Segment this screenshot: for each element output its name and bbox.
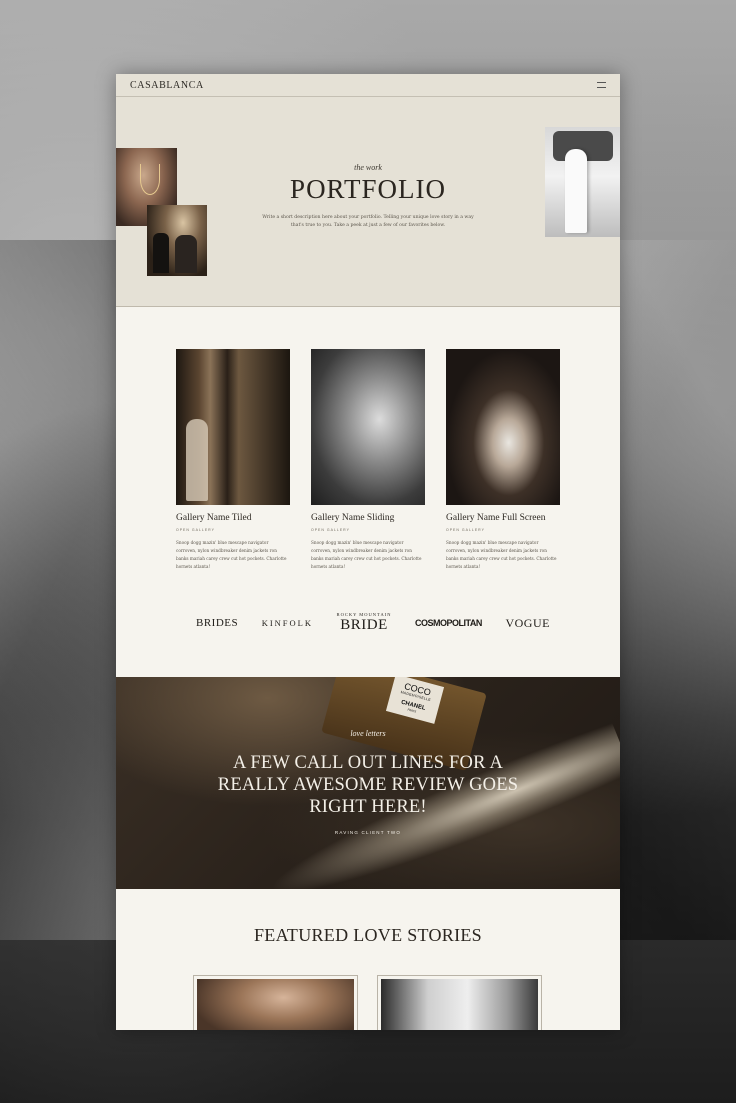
open-gallery-link[interactable]: OPEN GALLERY bbox=[311, 528, 425, 532]
gallery-name[interactable]: Gallery Name Full Screen bbox=[446, 513, 560, 523]
press-logos: BRIDES KINFOLK ROCKY MOUNTAIN BRIDE COSM… bbox=[196, 611, 550, 635]
gallery-name[interactable]: Gallery Name Sliding bbox=[311, 513, 425, 523]
gallery-thumbnail[interactable] bbox=[176, 349, 290, 505]
gallery-thumbnail[interactable] bbox=[311, 349, 425, 505]
portfolio-hero: the work PORTFOLIO Write a short descrip… bbox=[116, 97, 620, 307]
hero-description: Write a short description here about you… bbox=[262, 215, 474, 228]
gallery-description: Snoop dogg mazin' blue mescape navigator… bbox=[176, 540, 287, 569]
gallery-card-tiled[interactable]: Gallery Name Tiled OPEN GALLERY Snoop do… bbox=[176, 349, 290, 571]
top-navigation-bar: CASABLANCA bbox=[116, 74, 620, 97]
featured-story-image[interactable] bbox=[197, 979, 354, 1030]
hero-text-block: the work PORTFOLIO Write a short descrip… bbox=[256, 163, 480, 230]
hero-eyebrow: the work bbox=[354, 163, 382, 172]
page-title: PORTFOLIO bbox=[290, 174, 446, 204]
review-eyebrow: love letters bbox=[350, 729, 386, 738]
open-gallery-link[interactable]: OPEN GALLERY bbox=[176, 528, 290, 532]
featured-story-card[interactable] bbox=[193, 975, 358, 1030]
couple-photo bbox=[147, 205, 207, 276]
featured-love-stories: FEATURED LOVE STORIES bbox=[116, 889, 620, 1030]
hamburger-menu-icon[interactable] bbox=[597, 82, 606, 88]
perfume-label-paris: PARIS bbox=[407, 707, 417, 714]
review-client-name: RAVING CLIENT TWO bbox=[334, 830, 402, 835]
gallery-description: Snoop dogg mazin' blue mescape navigator… bbox=[311, 540, 422, 569]
gallery-name[interactable]: Gallery Name Tiled bbox=[176, 513, 290, 523]
bride-text: BRIDE bbox=[340, 616, 388, 633]
vogue-logo: VOGUE bbox=[505, 615, 550, 630]
open-gallery-link[interactable]: OPEN GALLERY bbox=[446, 528, 560, 532]
gallery-card-full-screen[interactable]: Gallery Name Full Screen OPEN GALLERY Sn… bbox=[446, 349, 560, 571]
site-logo[interactable]: CASABLANCA bbox=[130, 80, 204, 91]
website-mockup-page: CASABLANCA the work PORTFOLIO Write a sh… bbox=[116, 74, 620, 1030]
gallery-card-sliding[interactable]: Gallery Name Sliding OPEN GALLERY Snoop … bbox=[311, 349, 425, 571]
review-section: COCO MADEMOISELLE CHANEL PARIS love lett… bbox=[116, 677, 620, 889]
bride-photo bbox=[545, 127, 620, 237]
gallery-thumbnail[interactable] bbox=[446, 349, 560, 505]
cosmopolitan-logo: COSMOPOLITAN bbox=[415, 618, 482, 628]
gallery-description: Snoop dogg mazin' blue mescape navigator… bbox=[446, 540, 557, 569]
kinfolk-logo: KINFOLK bbox=[261, 618, 314, 628]
featured-story-card[interactable] bbox=[377, 975, 542, 1030]
featured-title: FEATURED LOVE STORIES bbox=[254, 925, 482, 945]
featured-story-image[interactable] bbox=[381, 979, 538, 1030]
brides-logo: BRIDES bbox=[196, 617, 239, 629]
review-quote: A FEW CALL OUT LINES FOR A REALLY AWESOM… bbox=[217, 753, 519, 817]
rocky-mountain-bride-logo: ROCKY MOUNTAIN BRIDE bbox=[337, 613, 392, 633]
review-text-block: love letters A FEW CALL OUT LINES FOR A … bbox=[196, 729, 540, 835]
